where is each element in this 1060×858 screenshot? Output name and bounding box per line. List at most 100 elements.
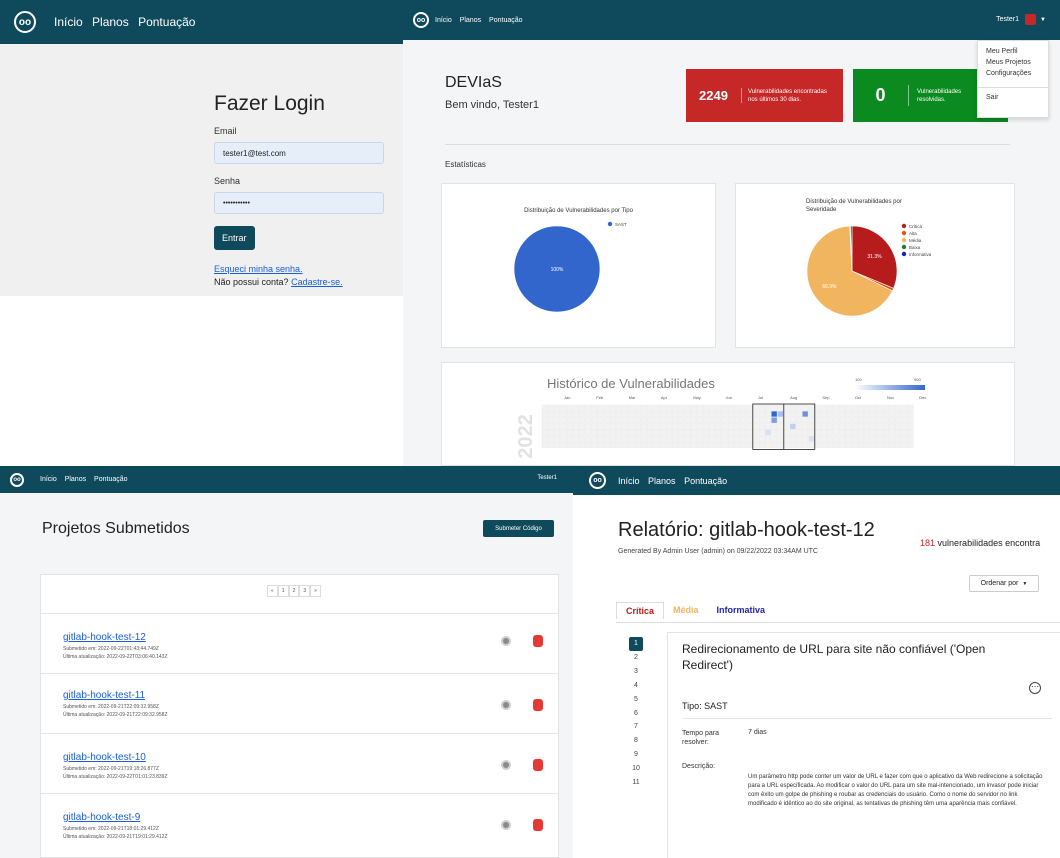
nav-link-inicio[interactable]: Início: [54, 15, 83, 29]
heatmap-cell: [771, 429, 778, 436]
delete-icon[interactable]: [533, 635, 543, 647]
menu-item-configuracoes[interactable]: Configurações: [978, 68, 1048, 79]
forgot-password-link[interactable]: Esqueci minha senha.: [214, 264, 303, 274]
heatmap-cell: [572, 404, 579, 411]
more-options-icon[interactable]: ⋯: [1029, 682, 1041, 694]
heatmap-cell: [610, 417, 616, 424]
heatmap-month-label: Mar: [629, 395, 637, 400]
heatmap-cell: [585, 429, 592, 436]
avatar[interactable]: [1025, 14, 1037, 25]
heatmap-cell: [628, 435, 635, 442]
user-name[interactable]: Tester1: [537, 475, 557, 481]
heatmap-cell: [882, 435, 889, 442]
password-field[interactable]: •••••••••••: [214, 192, 384, 214]
pagination-page-2[interactable]: 2: [288, 585, 300, 597]
vuln-number-item[interactable]: 6: [629, 707, 643, 721]
gear-icon[interactable]: [501, 636, 511, 646]
heatmap-cell: [727, 435, 734, 442]
projects-navbar: oo Início Planos Pontuação Tester1: [0, 466, 573, 493]
tab-media[interactable]: Média: [664, 602, 708, 619]
nav-link-inicio[interactable]: Início: [435, 17, 452, 24]
chevron-down-icon[interactable]: ▼: [1040, 17, 1046, 23]
vuln-number-item[interactable]: 10: [629, 762, 643, 776]
severity-tabs: Crítica Média Informativa: [616, 602, 774, 619]
gear-icon[interactable]: [501, 700, 511, 710]
vuln-number-item[interactable]: 2: [629, 651, 643, 665]
legend-label: Informativa: [909, 252, 932, 257]
project-link[interactable]: gitlab-hook-test-12: [63, 632, 146, 643]
nav-link-inicio[interactable]: Início: [40, 476, 57, 483]
heatmap-cell: [727, 442, 734, 448]
gear-icon[interactable]: [501, 760, 511, 770]
menu-item-perfil[interactable]: Meu Perfil: [978, 46, 1048, 57]
vuln-number-item[interactable]: 9: [629, 748, 643, 762]
heatmap-cell: [566, 411, 573, 417]
project-link[interactable]: gitlab-hook-test-10: [63, 752, 146, 763]
heatmap-cell: [647, 404, 654, 411]
app-logo-icon[interactable]: oo: [14, 11, 36, 33]
heatmap-cell: [591, 435, 598, 442]
sort-dropdown[interactable]: Ordenar por ▼: [969, 575, 1039, 592]
heatmap-cell: [845, 423, 852, 430]
app-logo-icon[interactable]: oo: [413, 12, 429, 28]
heatmap-cell: [628, 423, 635, 430]
menu-item-sair[interactable]: Sair: [978, 92, 1048, 103]
nav-link-pontuacao[interactable]: Pontuação: [138, 15, 195, 29]
heatmap-cell: [808, 404, 815, 411]
tab-informativa[interactable]: Informativa: [708, 602, 775, 619]
heatmap-cell: [901, 404, 908, 411]
project-link[interactable]: gitlab-hook-test-9: [63, 812, 140, 823]
heatmap-cell: [833, 429, 840, 436]
project-updated: Última atualização: 2022-09-21T19:01:29.…: [63, 834, 168, 840]
heatmap-cell: [734, 429, 740, 436]
delete-icon[interactable]: [533, 819, 543, 831]
nav-link-planos[interactable]: Planos: [460, 17, 481, 24]
nav-link-pontuacao[interactable]: Pontuação: [684, 476, 727, 486]
heatmap-cell: [541, 442, 548, 448]
stat-found-label: Vulnerabilidades encontradas nos últimos…: [748, 88, 827, 103]
app-logo-icon[interactable]: oo: [589, 472, 606, 489]
app-logo-icon[interactable]: oo: [10, 472, 24, 487]
heatmap-cell: [554, 429, 561, 436]
tab-critica[interactable]: Crítica: [616, 602, 665, 619]
delete-icon[interactable]: [533, 699, 543, 711]
heatmap-cell: [876, 435, 883, 442]
vuln-number-item[interactable]: 5: [629, 693, 643, 707]
delete-icon[interactable]: [533, 759, 543, 771]
nav-link-pontuacao[interactable]: Pontuação: [489, 17, 522, 24]
heatmap-cell: [690, 423, 697, 430]
heatmap-cell: [616, 429, 623, 436]
vuln-number-item[interactable]: 3: [629, 665, 643, 679]
vuln-number-item[interactable]: 8: [629, 734, 643, 748]
gear-icon[interactable]: [501, 820, 511, 830]
heatmap-cell: [876, 423, 883, 430]
vuln-number-item[interactable]: 7: [629, 720, 643, 734]
nav-link-inicio[interactable]: Início: [618, 476, 640, 486]
project-link[interactable]: gitlab-hook-test-11: [63, 690, 145, 701]
user-name[interactable]: Tester1: [996, 16, 1019, 23]
pagination-page-1[interactable]: 1: [277, 585, 289, 597]
heatmap-month-label: Nov: [887, 395, 894, 400]
email-field[interactable]: tester1@test.com: [214, 142, 384, 164]
menu-item-projetos[interactable]: Meus Projetos: [978, 57, 1048, 68]
nav-link-planos[interactable]: Planos: [92, 15, 129, 29]
vuln-number-item[interactable]: 1: [629, 637, 643, 651]
vuln-number-item[interactable]: 11: [629, 776, 643, 790]
nav-link-pontuacao[interactable]: Pontuação: [94, 476, 127, 483]
pagination-prev[interactable]: «: [267, 585, 278, 597]
pagination-next[interactable]: »: [310, 585, 321, 597]
vuln-number-item[interactable]: 4: [629, 679, 643, 693]
heatmap-cell: [622, 423, 629, 430]
heatmap-cell: [610, 442, 616, 448]
section-title: Estatísticas: [445, 160, 486, 169]
login-submit-button[interactable]: Entrar: [214, 226, 255, 250]
signup-link[interactable]: Cadastre-se.: [291, 277, 343, 287]
heatmap-cell: [783, 423, 790, 430]
nav-link-planos[interactable]: Planos: [648, 476, 676, 486]
heatmap-cell: [653, 429, 660, 436]
heatmap-cell: [876, 404, 883, 411]
submit-code-button[interactable]: Submeter Código: [483, 520, 554, 537]
pagination-page-3[interactable]: 3: [299, 585, 311, 597]
heatmap-cell: [690, 429, 697, 436]
nav-link-planos[interactable]: Planos: [65, 476, 86, 483]
